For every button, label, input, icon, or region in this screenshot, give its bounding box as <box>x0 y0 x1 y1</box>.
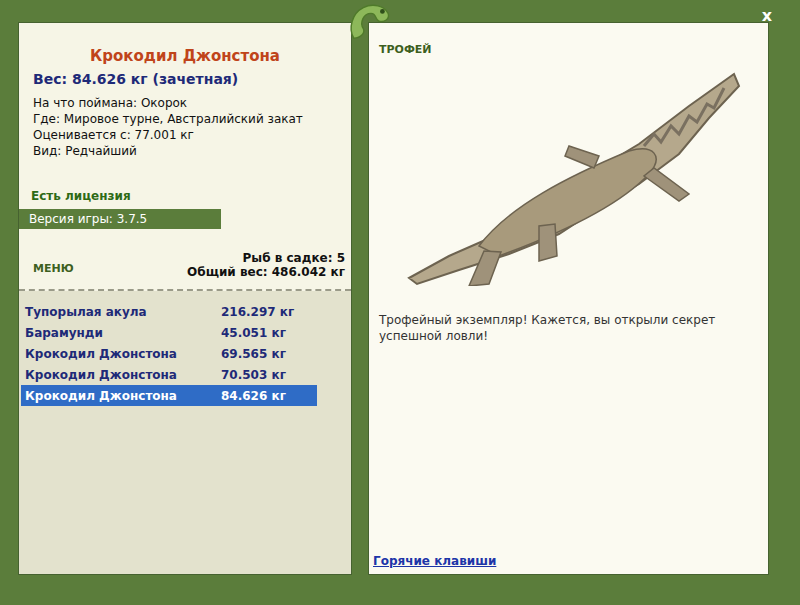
summary-line: Рыб в садке: 5 <box>187 251 345 265</box>
fish-title: Крокодил Джонстона <box>19 47 351 65</box>
chameleon-logo-icon <box>346 0 394 42</box>
menu-button[interactable]: МЕНЮ <box>33 262 74 279</box>
fish-detail: Вид: Редчайший <box>33 143 351 159</box>
close-button[interactable]: x <box>758 4 776 27</box>
catch-row[interactable]: Барамунди 45.051 кг <box>21 322 317 343</box>
catch-row[interactable]: Крокодил Джонстона 70.503 кг <box>21 364 317 385</box>
trophy-message: Трофейный экземпляр! Кажется, вы открыли… <box>379 312 758 344</box>
fish-details: На что поймана: ОкорокГде: Мировое турне… <box>33 95 351 159</box>
trophy-window: x Крокодил Джонстона Вес: 84.626 кг (зач… <box>0 0 800 605</box>
catch-row[interactable]: Крокодил Джонстона 84.626 кг <box>21 385 317 406</box>
hotkeys-link[interactable]: Горячие клавиши <box>373 554 758 568</box>
license-label: Есть лицензия <box>31 189 351 203</box>
catch-row[interactable]: Тупорылая акула 216.297 кг <box>21 301 317 322</box>
trophy-panel: ТРОФЕЙ Трофейный экземпляр! Кажется, вы … <box>368 22 769 575</box>
trophy-label: ТРОФЕЙ <box>379 43 758 56</box>
crocodile-image <box>389 56 749 286</box>
version-bar: Версия игры: 3.7.5 <box>19 209 221 229</box>
fish-weight: Вес: 84.626 кг (зачетная) <box>33 71 351 87</box>
fish-detail: На что поймана: Окорок <box>33 95 351 111</box>
summary-line: Общий вес: 486.042 кг <box>187 265 345 279</box>
catch-row[interactable]: Крокодил Джонстона 69.565 кг <box>21 343 317 364</box>
fish-info-panel: Крокодил Джонстона Вес: 84.626 кг (зачет… <box>18 22 352 575</box>
catch-list: Тупорылая акула 216.297 кгБарамунди 45.0… <box>19 291 351 574</box>
fish-detail: Оценивается с: 77.001 кг <box>33 127 351 143</box>
fish-detail: Где: Мировое турне, Австралийский закат <box>33 111 351 127</box>
catch-summary: Рыб в садке: 5Общий вес: 486.042 кг <box>187 251 345 279</box>
